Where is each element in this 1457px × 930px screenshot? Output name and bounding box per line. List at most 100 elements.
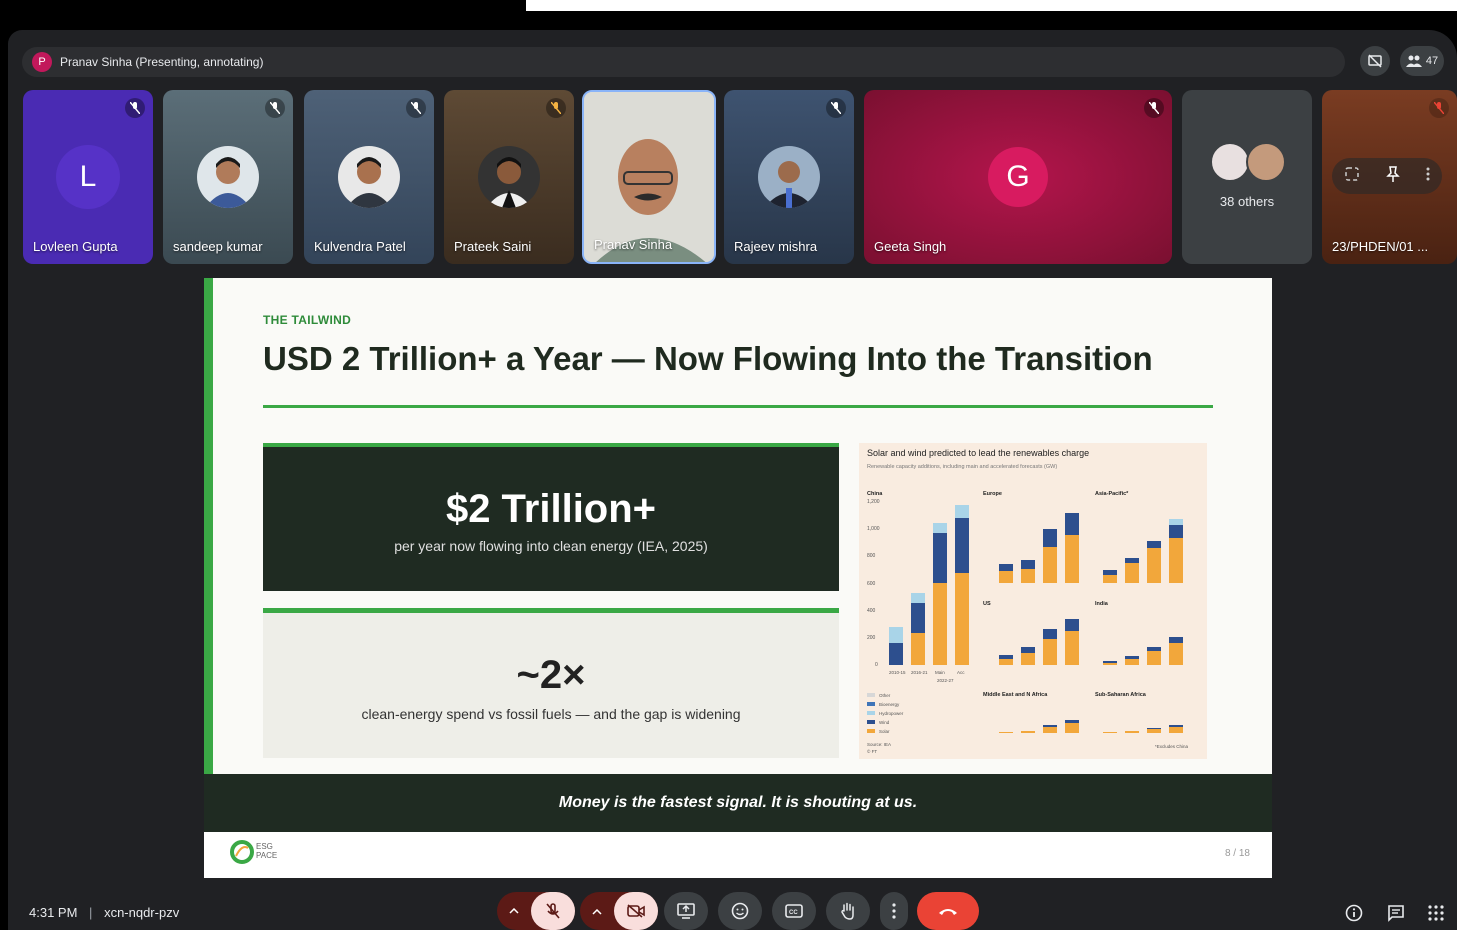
svg-text:0: 0: [875, 662, 878, 668]
mic-off-icon: [546, 903, 560, 919]
svg-text:*Excludes China: *Excludes China: [1155, 744, 1189, 749]
participant-name: Pranav Sinha: [594, 237, 673, 252]
avatar: [758, 146, 820, 208]
activities-button[interactable]: [1425, 902, 1447, 924]
panel-title-china: China: [867, 491, 883, 497]
closed-captions-icon: CC: [785, 904, 803, 918]
slide-title: USD 2 Trillion+ a Year — Now Flowing Int…: [263, 340, 1153, 377]
stat-card-ratio: ~2× clean-energy spend vs fossil fuels —…: [263, 608, 839, 758]
panel-title-asia-pacific: Asia-Pacific*: [1095, 491, 1129, 497]
mic-options-chevron-icon[interactable]: [497, 906, 531, 917]
muted-mic-icon: [1429, 98, 1449, 118]
panel-title-ssa: Sub-Saharan Africa: [1095, 692, 1147, 698]
svg-text:2016-21: 2016-21: [911, 670, 928, 675]
hide-presentation-button[interactable]: [1360, 46, 1390, 76]
apps-grid-icon: [1428, 905, 1444, 921]
stat-caption: clean-energy spend vs fossil fuels — and…: [361, 706, 741, 722]
svg-text:CC: CC: [789, 910, 798, 916]
svg-text:Other: Other: [879, 693, 891, 698]
muted-mic-icon: [826, 98, 846, 118]
tile-prateek-saini[interactable]: Prateek Saini: [444, 90, 574, 264]
muted-mic-icon: [125, 98, 145, 118]
window-top-edge: [526, 0, 1457, 11]
others-count: 38 others: [1219, 194, 1275, 209]
meeting-details-button[interactable]: [1343, 902, 1365, 924]
meet-window: P Pranav Sinha (Presenting, annotating) …: [8, 30, 1457, 930]
svg-text:800: 800: [867, 553, 876, 559]
tile-kulvendra-patel[interactable]: Kulvendra Patel: [304, 90, 434, 264]
participant-count: 47: [1425, 55, 1439, 67]
panel-title-mena: Middle East and N Africa: [983, 692, 1048, 698]
mic-control-group: [497, 892, 575, 930]
muted-mic-icon: [406, 98, 426, 118]
china-bars: [889, 505, 969, 665]
muted-mic-icon: [265, 98, 285, 118]
india-bars: [1103, 637, 1183, 665]
reactions-button[interactable]: [718, 892, 762, 930]
more-options-icon[interactable]: [1426, 167, 1430, 186]
raise-hand-button[interactable]: [826, 892, 870, 930]
stat-value: $2 Trillion+: [445, 487, 657, 531]
camera-options-chevron-icon[interactable]: [580, 902, 614, 920]
asia-pacific-bars: [1103, 519, 1183, 583]
pin-icon[interactable]: [1384, 165, 1402, 188]
europe-bars: [999, 513, 1079, 583]
svg-text:1,000: 1,000: [867, 526, 880, 532]
tile-lovleen-gupta[interactable]: L Lovleen Gupta: [23, 90, 153, 264]
presenter-avatar: P: [32, 52, 52, 72]
title-rule: [263, 405, 1213, 408]
mena-bars: [999, 720, 1079, 733]
more-vert-icon: [892, 903, 896, 919]
tile-23-phden[interactable]: 23/PHDEN/01 ...: [1322, 90, 1457, 264]
camera-off-icon: [627, 904, 645, 918]
present-button[interactable]: [664, 892, 708, 930]
svg-text:Bioenergy: Bioenergy: [879, 702, 900, 707]
svg-text:1,200: 1,200: [867, 499, 880, 505]
camera-control-group: [580, 892, 658, 930]
avatar: [478, 146, 540, 208]
tile-pranav-sinha[interactable]: Pranav Sinha: [582, 90, 716, 264]
meeting-info: 4:31 PM | xcn-nqdr-pzv: [29, 905, 179, 920]
meeting-time: 4:31 PM: [29, 905, 78, 920]
meeting-info-separator: |: [89, 905, 93, 920]
svg-text:Acc: Acc: [957, 670, 965, 675]
tile-others[interactable]: 38 others: [1182, 90, 1312, 264]
participant-name: 23/PHDEN/01 ...: [1332, 239, 1429, 254]
slide-kicker: THE TAILWIND: [263, 313, 352, 327]
presentation-off-icon: [1368, 54, 1382, 68]
avatar-letter: G: [988, 147, 1048, 207]
chart-bars: China Europe Asia-Pacific* US India Midd…: [867, 491, 1189, 754]
presenter-bar: P Pranav Sinha (Presenting, annotating): [22, 47, 1345, 77]
captions-button[interactable]: CC: [772, 892, 816, 930]
renewables-chart: Solar and wind predicted to lead the ren…: [859, 443, 1207, 759]
tile-geeta-singh[interactable]: G Geeta Singh: [864, 90, 1172, 264]
frame-icon[interactable]: [1344, 166, 1360, 187]
participant-name: Kulvendra Patel: [314, 239, 406, 254]
svg-text:Source: IEA: Source: IEA: [867, 742, 891, 747]
avatar: [197, 146, 259, 208]
tile-rajeev-mishra[interactable]: Rajeev mishra: [724, 90, 854, 264]
muted-mic-icon: [1144, 98, 1164, 118]
others-avatar: [1210, 142, 1250, 182]
ssa-bars: [1103, 725, 1183, 733]
presentation-slide: THE TAILWIND USD 2 Trillion+ a Year — No…: [204, 278, 1272, 878]
tile-sandeep-kumar[interactable]: sandeep kumar: [163, 90, 293, 264]
svg-text:Hydropower: Hydropower: [879, 711, 904, 716]
chat-icon: [1388, 905, 1404, 922]
tile-hover-controls: [1332, 158, 1442, 194]
people-button[interactable]: 47: [1400, 46, 1444, 76]
presenter-label: Pranav Sinha (Presenting, annotating): [60, 55, 264, 69]
camera-toggle-button[interactable]: [614, 892, 658, 930]
more-options-button[interactable]: [880, 892, 908, 930]
leave-call-button[interactable]: [917, 892, 979, 930]
others-avatar: [1246, 142, 1286, 182]
logo-text: ESG PACE: [256, 842, 278, 860]
panel-title-india: India: [1095, 601, 1109, 607]
chat-button[interactable]: [1385, 902, 1407, 924]
esg-pace-logo-icon: [230, 840, 254, 864]
mic-toggle-button[interactable]: [531, 892, 575, 930]
svg-text:600: 600: [867, 581, 876, 587]
svg-text:Main: Main: [935, 670, 945, 675]
present-screen-icon: [677, 903, 695, 919]
svg-text:Solar: Solar: [879, 729, 890, 734]
